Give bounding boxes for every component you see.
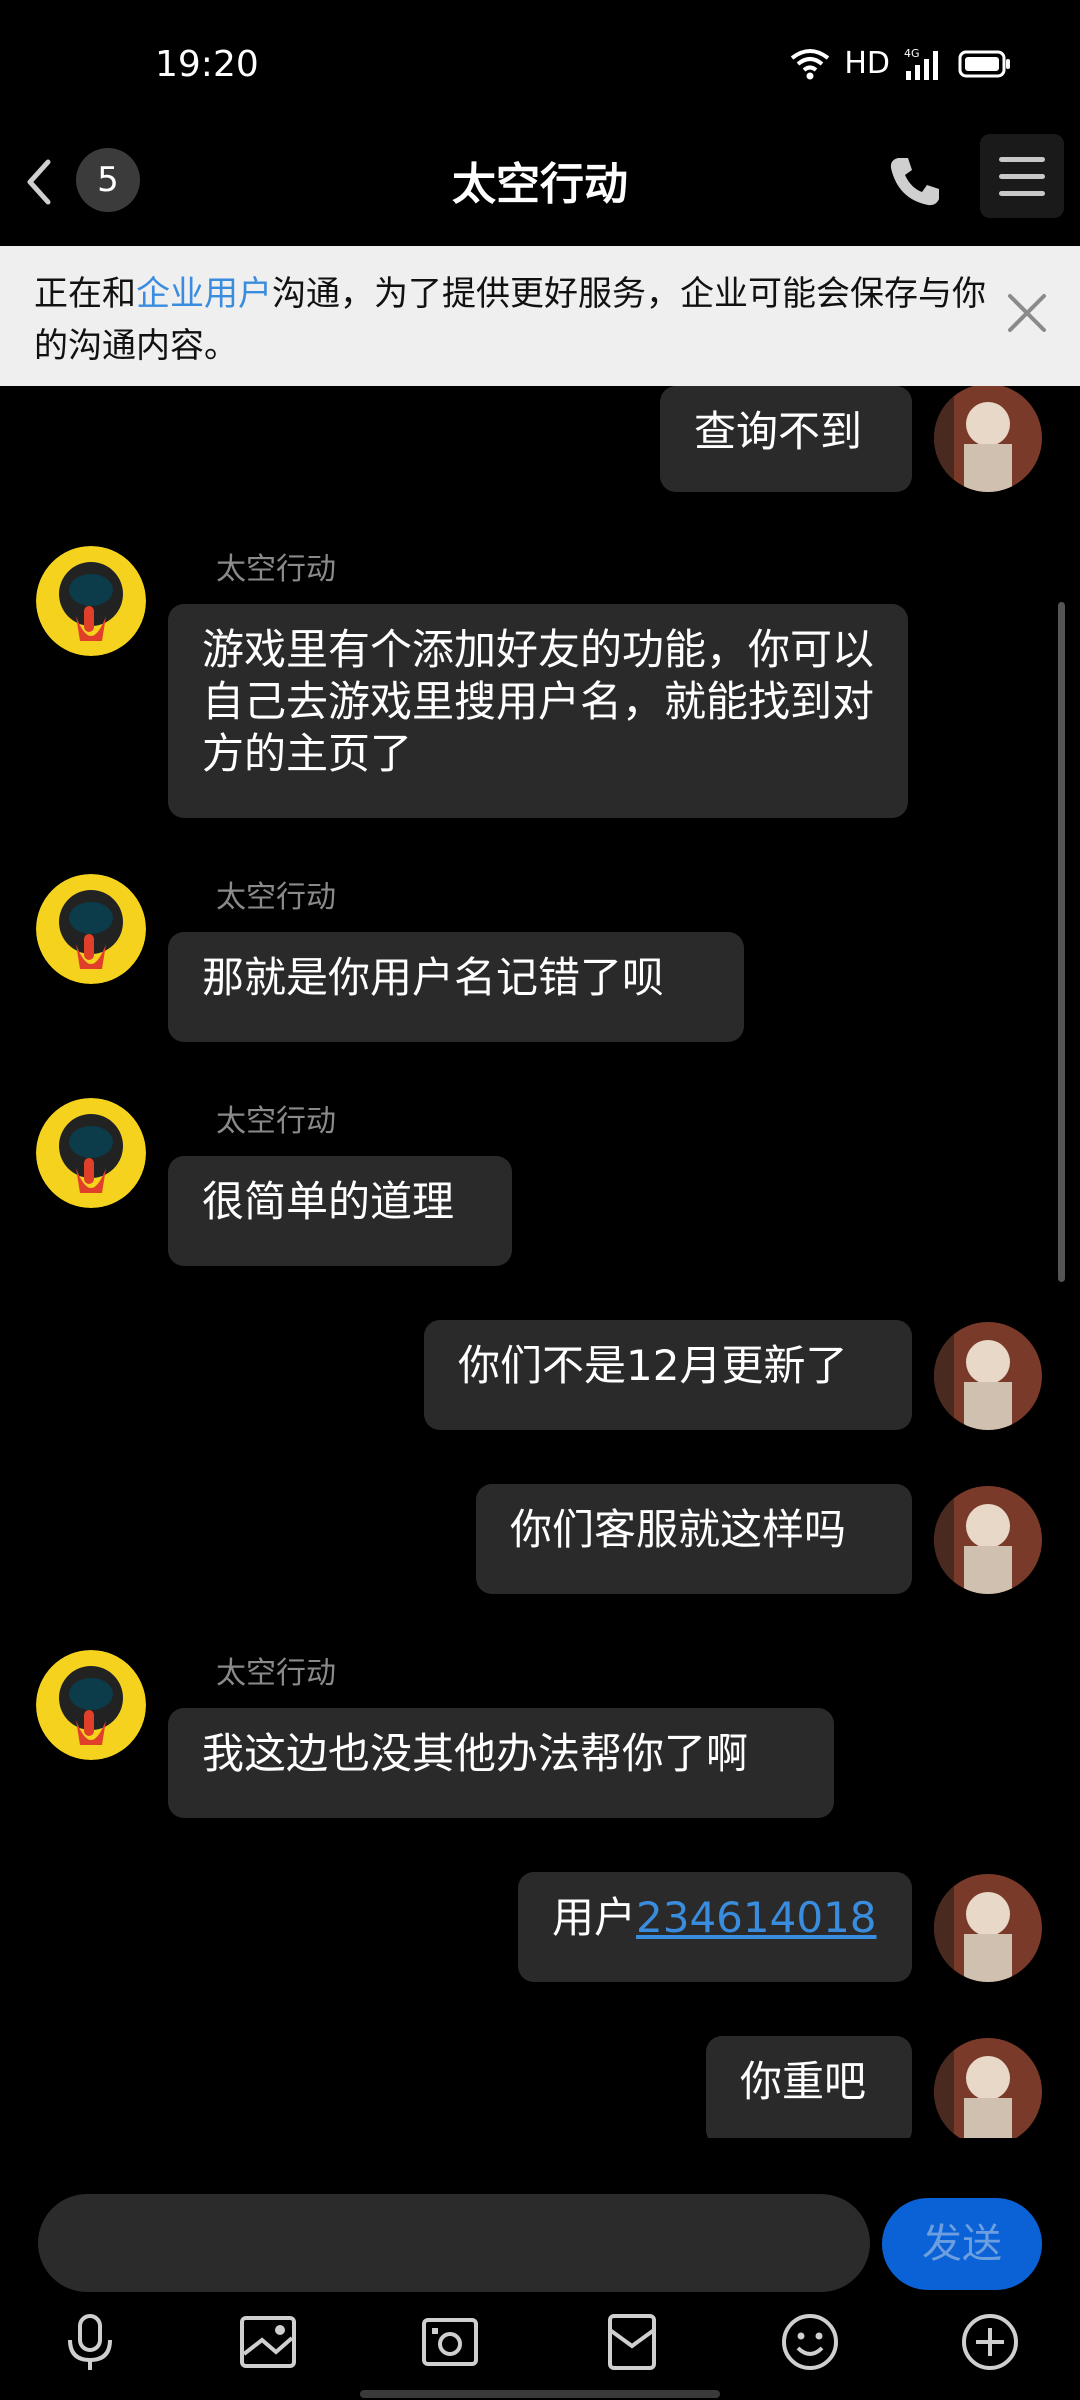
message-text: 查询不到 [694, 407, 863, 456]
user-avatar[interactable] [934, 1486, 1042, 1594]
close-icon[interactable] [1004, 290, 1050, 336]
astronaut-avatar[interactable] [36, 1650, 146, 1760]
emoji-icon[interactable] [778, 2310, 842, 2374]
user-avatar[interactable] [934, 386, 1042, 492]
wifi-icon [791, 48, 830, 79]
message-text: 那就是你用户名记错了呗 [202, 953, 665, 1002]
signal-icon: 4G [904, 47, 938, 80]
home-indicator[interactable] [360, 2390, 720, 2398]
plus-icon[interactable] [958, 2310, 1022, 2374]
user-avatar[interactable] [934, 2038, 1042, 2138]
chat-scrollbar[interactable] [1058, 602, 1065, 1282]
message-text: 游戏里有个添加好友的功能，你可以自己去游戏里搜用户名，就能找到对方的主页了 [202, 625, 875, 778]
status-bar: 19:20 HD 4G [0, 0, 1080, 140]
message-text: 你们不是12月更新了 [458, 1341, 848, 1390]
message-text: 我这边也没其他办法帮你了啊 [202, 1729, 749, 1778]
astronaut-avatar[interactable] [36, 874, 146, 984]
menu-line [999, 156, 1045, 162]
message-text: 你重吧 [740, 2057, 867, 2106]
user-avatar[interactable] [934, 1874, 1042, 1982]
send-button[interactable]: 发送 [882, 2198, 1042, 2290]
enterprise-notice-banner: 正在和企业用户沟通，为了提供更好服务，企业可能会保存与你的沟通内容。 [0, 246, 1080, 386]
image-icon[interactable] [236, 2310, 300, 2374]
astronaut-avatar[interactable] [36, 1098, 146, 1208]
sender-name: 太空行动 [216, 1656, 336, 1691]
user-id-link[interactable]: 234614018 [636, 1893, 877, 1942]
phone-icon[interactable] [884, 152, 944, 212]
message-text: 很简单的道理 [202, 1177, 455, 1226]
red-packet-icon[interactable] [600, 2310, 664, 2374]
status-time: 19:20 [155, 44, 259, 85]
notice-text: 正在和企业用户沟通，为了提供更好服务，企业可能会保存与你的沟通内容。 [34, 268, 994, 372]
network-type: HD [844, 46, 890, 81]
message-text: 用户 [552, 1893, 637, 1942]
input-toolbar [0, 2310, 1080, 2384]
message-bubble-received[interactable]: 那就是你用户名记错了呗 [168, 932, 744, 1042]
message-input[interactable] [38, 2194, 870, 2292]
message-bubble-received[interactable]: 很简单的道理 [168, 1156, 512, 1266]
microphone-icon[interactable] [58, 2310, 122, 2374]
message-bubble-sent[interactable]: 你们客服就这样吗 [476, 1484, 912, 1594]
message-text: 你们客服就这样吗 [510, 1505, 847, 1554]
notice-prefix: 正在和 [34, 274, 136, 314]
message-bubble-sent[interactable]: 你重吧 [706, 2036, 912, 2138]
astronaut-avatar[interactable] [36, 546, 146, 656]
sender-name: 太空行动 [216, 1104, 336, 1139]
camera-icon[interactable] [418, 2310, 482, 2374]
message-bubble-received[interactable]: 我这边也没其他办法帮你了啊 [168, 1708, 834, 1818]
message-bubble-sent[interactable]: 查询不到 [660, 386, 912, 492]
chat-message-list[interactable]: 查询不到 太空行动 游戏里有个添加好友的功能，你可以自己去游戏里搜用户名，就能找… [0, 386, 1080, 2138]
user-avatar[interactable] [934, 1322, 1042, 1430]
menu-line [999, 190, 1045, 196]
status-icons: HD 4G [790, 46, 1012, 81]
sender-name: 太空行动 [216, 880, 336, 915]
svg-text:4G: 4G [904, 47, 920, 60]
battery-icon [958, 50, 1010, 77]
sender-name: 太空行动 [216, 552, 336, 587]
message-bubble-received[interactable]: 游戏里有个添加好友的功能，你可以自己去游戏里搜用户名，就能找到对方的主页了 [168, 604, 908, 818]
menu-line [999, 173, 1045, 179]
message-bubble-sent[interactable]: 用户234614018 [518, 1872, 912, 1982]
message-bubble-sent[interactable]: 你们不是12月更新了 [424, 1320, 912, 1430]
enterprise-user-link[interactable]: 企业用户 [136, 274, 272, 314]
menu-button[interactable] [980, 134, 1064, 218]
